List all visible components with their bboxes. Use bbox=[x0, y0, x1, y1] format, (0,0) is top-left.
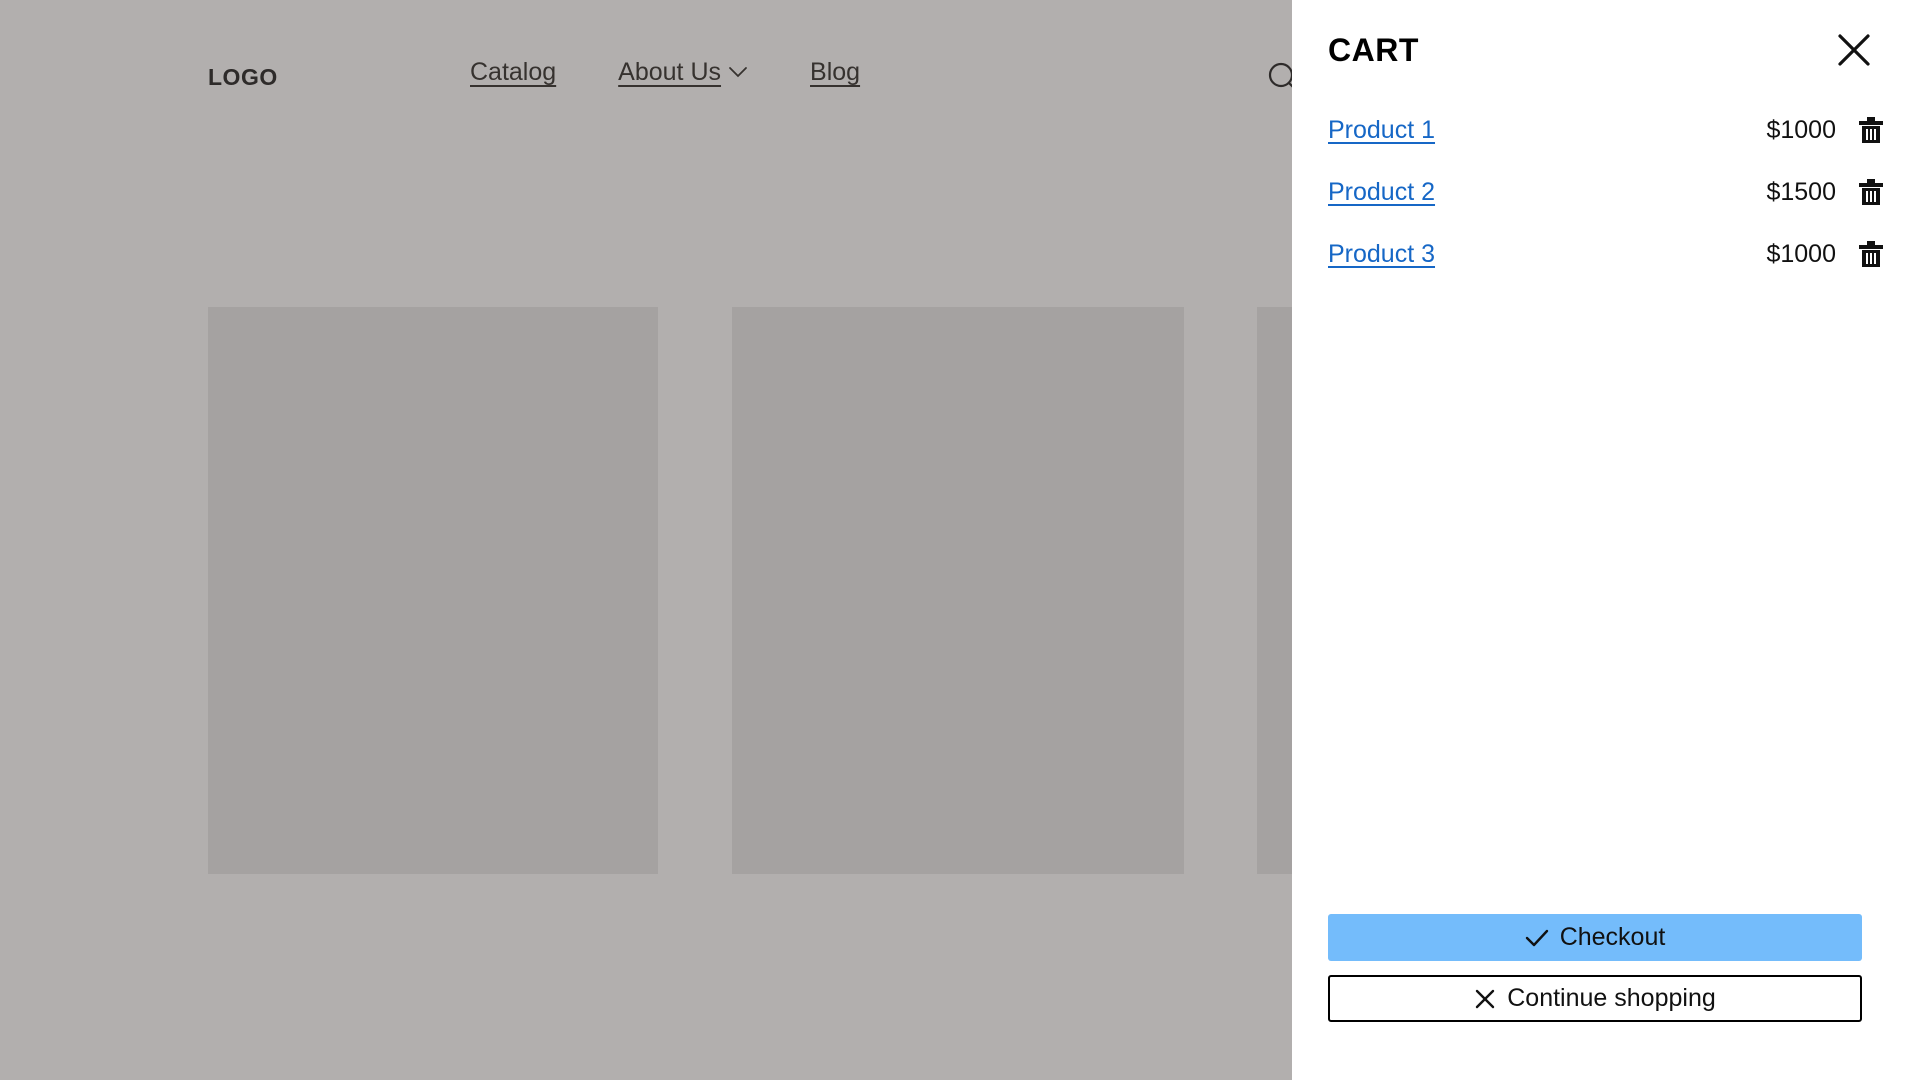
nav-item-label: Blog bbox=[810, 58, 861, 86]
cart-actions: Checkout Continue shopping bbox=[1328, 914, 1862, 1022]
cart-item-list: Product 1 $1000 Product 2 $1500 Product … bbox=[1328, 108, 1884, 294]
check-icon bbox=[1525, 928, 1549, 948]
trash-icon[interactable] bbox=[1858, 178, 1884, 206]
close-icon[interactable] bbox=[1836, 32, 1872, 68]
trash-icon[interactable] bbox=[1858, 116, 1884, 144]
cart-item-name[interactable]: Product 1 bbox=[1328, 116, 1435, 145]
cart-header: CART bbox=[1292, 0, 1920, 96]
product-card-1[interactable] bbox=[208, 307, 658, 874]
nav-item-catalog[interactable]: Catalog bbox=[470, 58, 556, 87]
cart-item-row: Product 1 $1000 bbox=[1328, 108, 1884, 152]
cart-item-row: Product 3 $1000 bbox=[1328, 232, 1884, 276]
cart-drawer: CART Product 1 $1000 Product 2 $1500 Pro… bbox=[1292, 0, 1920, 1080]
nav-item-label: About Us bbox=[618, 58, 722, 86]
cart-item-name[interactable]: Product 2 bbox=[1328, 178, 1435, 207]
continue-shopping-button[interactable]: Continue shopping bbox=[1328, 975, 1862, 1022]
nav-item-label: Catalog bbox=[470, 58, 557, 86]
cart-item-price: $1500 bbox=[1766, 177, 1836, 206]
cart-title: CART bbox=[1328, 32, 1419, 68]
trash-icon[interactable] bbox=[1858, 240, 1884, 268]
checkout-button-label: Checkout bbox=[1559, 923, 1666, 951]
chevron-down-icon bbox=[728, 66, 748, 79]
page-root: LOGO Catalog About Us Blog CART Product … bbox=[0, 0, 1920, 1080]
cart-item-price: $1000 bbox=[1766, 239, 1836, 268]
main-navigation: Catalog About Us Blog bbox=[470, 58, 860, 87]
site-logo[interactable]: LOGO bbox=[208, 64, 278, 91]
nav-item-about-us[interactable]: About Us bbox=[618, 58, 748, 87]
checkout-button[interactable]: Checkout bbox=[1328, 914, 1862, 961]
nav-item-blog[interactable]: Blog bbox=[810, 58, 860, 87]
cart-item-row: Product 2 $1500 bbox=[1328, 170, 1884, 214]
cart-item-price: $1000 bbox=[1766, 115, 1836, 144]
continue-shopping-button-label: Continue shopping bbox=[1507, 984, 1716, 1012]
close-icon bbox=[1474, 988, 1496, 1010]
product-card-2[interactable] bbox=[732, 307, 1184, 874]
cart-item-name[interactable]: Product 3 bbox=[1328, 240, 1435, 269]
